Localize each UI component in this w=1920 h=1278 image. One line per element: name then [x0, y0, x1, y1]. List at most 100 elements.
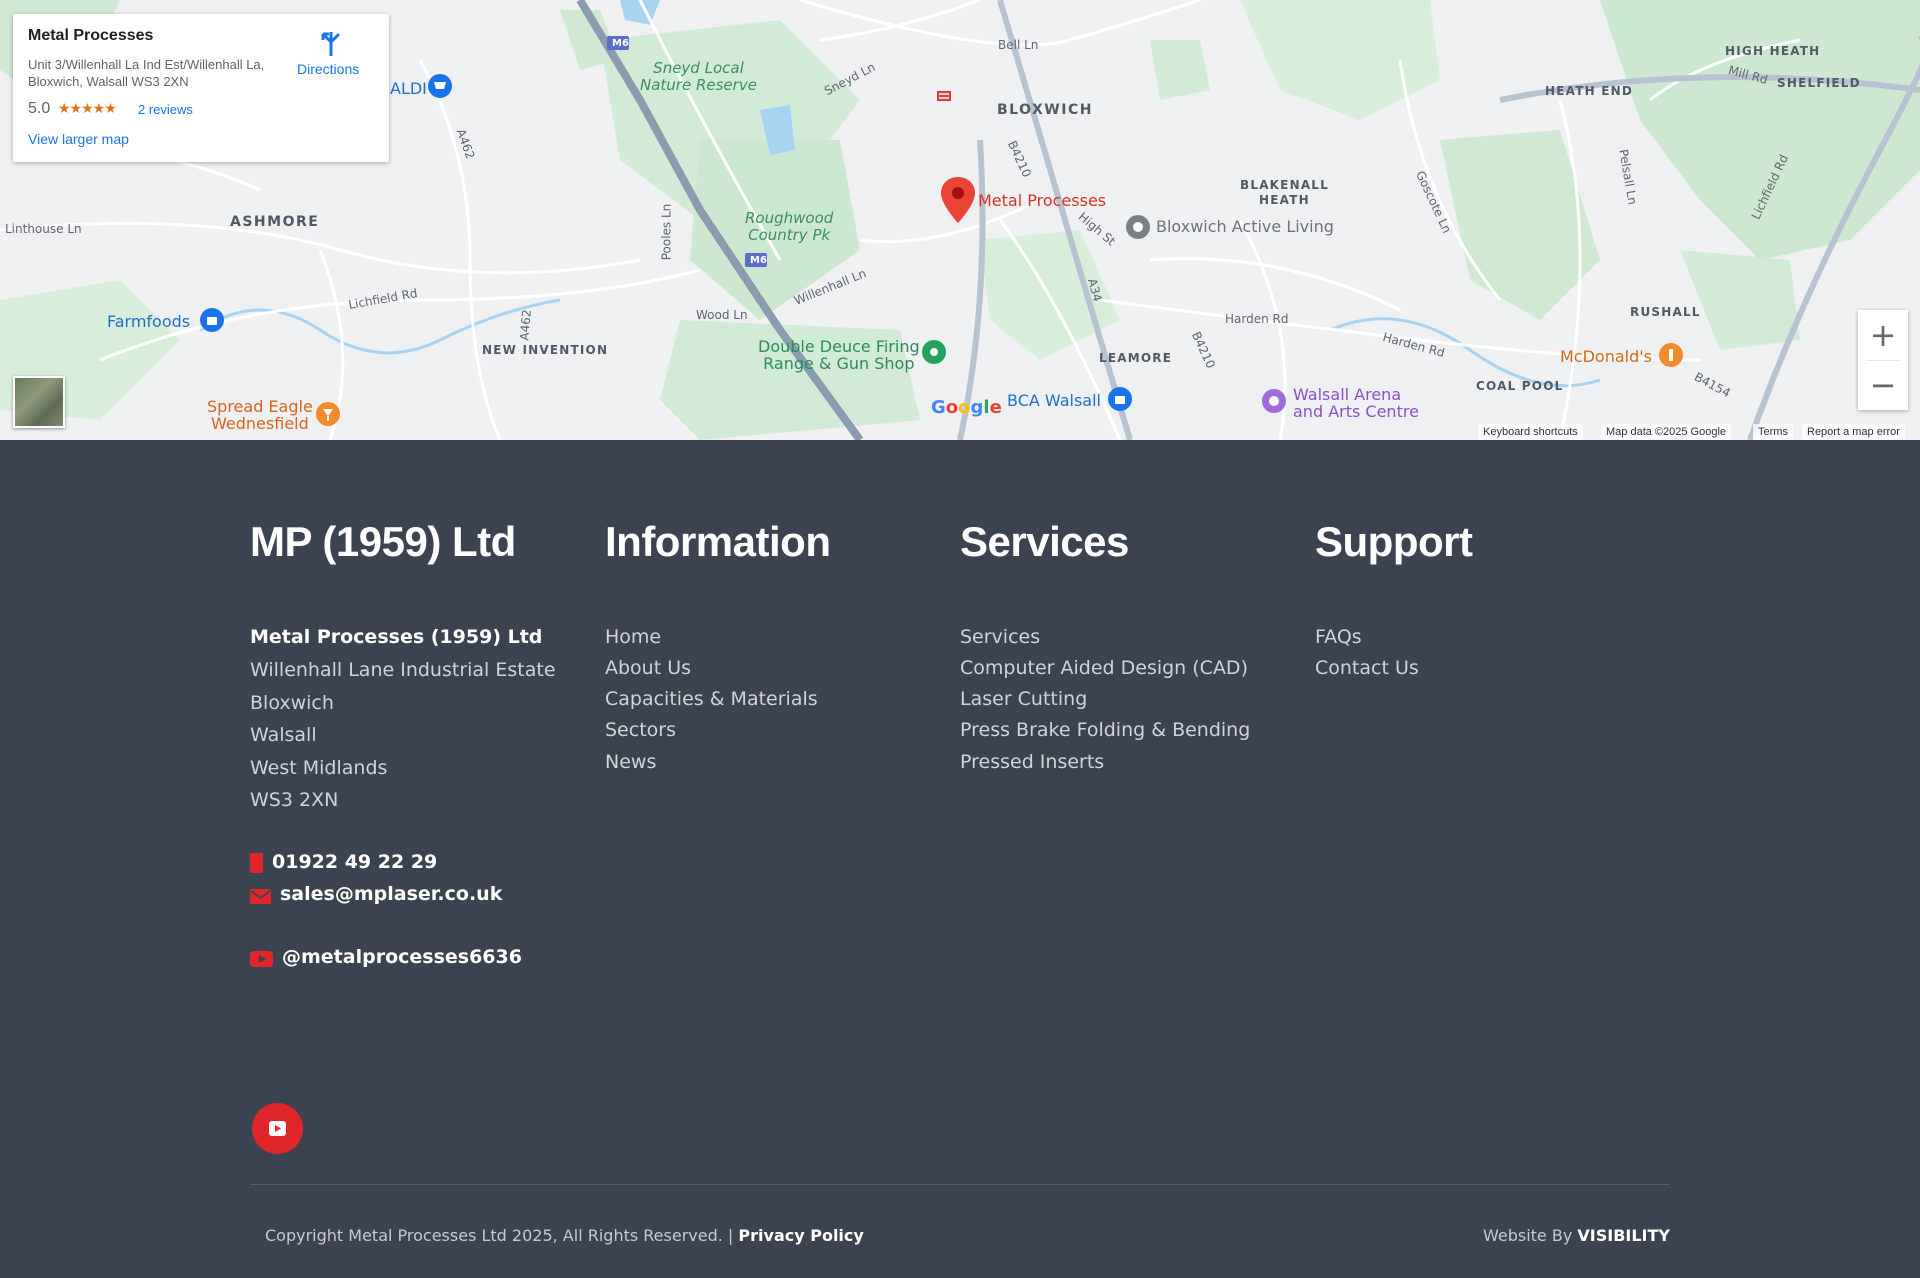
arts-marker-icon[interactable]: [1261, 388, 1287, 419]
map-poi-label[interactable]: Spread Eagle Wednesfield: [207, 398, 313, 432]
map-label-area: BLAKENALL: [1240, 178, 1329, 192]
map-poi-label[interactable]: Walsall Arena and Arts Centre: [1293, 386, 1419, 420]
place-address: Unit 3/Willenhall La Ind Est/Willenhall …: [28, 57, 265, 89]
address-line: West Midlands: [250, 757, 388, 779]
address-line: WS3 2XN: [250, 789, 339, 811]
map-label-area: LEAMORE: [1099, 351, 1173, 365]
zoom-controls: + −: [1858, 310, 1908, 410]
address-line: Bloxwich: [250, 692, 334, 714]
company-name: Metal Processes (1959) Ltd: [250, 626, 543, 648]
shopping-marker-icon[interactable]: [199, 307, 225, 338]
keyboard-shortcuts-link[interactable]: Keyboard shortcuts: [1478, 424, 1583, 440]
privacy-policy-link[interactable]: Privacy Policy: [738, 1226, 863, 1245]
map-label-area: ASHMORE: [230, 214, 320, 230]
footer-link-capacities[interactable]: Capacities & Materials: [605, 688, 818, 710]
map-poi-label[interactable]: Bloxwich Active Living: [1156, 217, 1334, 236]
rail-station-icon: [937, 88, 951, 106]
address-line: Walsall: [250, 724, 317, 746]
map-poi-label[interactable]: McDonald's: [1560, 348, 1652, 365]
copyright-text: Copyright Metal Processes Ltd 2025, All …: [265, 1226, 734, 1245]
map-poi-label-line: Wednesfield: [211, 414, 309, 433]
map-label-park-line: Country Pk: [748, 226, 831, 244]
phone-icon: [250, 853, 263, 878]
view-larger-map-link[interactable]: View larger map: [28, 131, 129, 147]
map-label-area: BLOXWICH: [997, 102, 1093, 118]
shopping-cart-marker-icon[interactable]: [427, 73, 453, 104]
report-map-error-link[interactable]: Report a map error: [1802, 424, 1905, 440]
map-poi-label[interactable]: Farmfoods: [107, 312, 190, 331]
map-label-road: Bell Ln: [998, 38, 1039, 52]
location-pin-icon[interactable]: [941, 177, 975, 228]
map-label-park-line: Sneyd Local: [653, 59, 744, 77]
bar-marker-icon[interactable]: [315, 401, 341, 432]
footer-link-home[interactable]: Home: [605, 626, 661, 648]
activity-marker-icon[interactable]: [921, 339, 947, 370]
map-label-park: Roughwood Country Pk: [745, 210, 833, 244]
email-link[interactable]: sales@mplaser.co.uk: [280, 883, 502, 905]
map-label-area: HIGH HEATH: [1725, 44, 1821, 58]
map-label-area: SHELFIELD: [1777, 76, 1861, 90]
visibility-credit-link[interactable]: VISIBILITY: [1577, 1226, 1670, 1245]
place-rating: 5.0: [28, 100, 51, 117]
restaurant-marker-icon[interactable]: [1658, 342, 1684, 373]
footer-link-about[interactable]: About Us: [605, 657, 691, 679]
footer-heading-company: MP (1959) Ltd: [250, 518, 516, 565]
map-label-park-line: Roughwood: [745, 209, 834, 227]
motorway-shield: M6: [612, 38, 629, 49]
place-info-card: Metal Processes Unit 3/Willenhall La Ind…: [13, 14, 389, 162]
youtube-social-button[interactable]: [252, 1103, 303, 1154]
footer-link-sectors[interactable]: Sectors: [605, 719, 676, 741]
footer-link-cad[interactable]: Computer Aided Design (CAD): [960, 657, 1248, 679]
footer-link-press-brake[interactable]: Press Brake Folding & Bending: [960, 719, 1250, 741]
satellite-toggle-button[interactable]: [13, 376, 65, 428]
footer-link-pressed-inserts[interactable]: Pressed Inserts: [960, 751, 1104, 773]
map-label-area: HEATH: [1259, 193, 1310, 207]
rating-stars-icon: ★★★★★: [58, 100, 117, 116]
footer-heading-support: Support: [1315, 518, 1473, 565]
map-poi-label-line: and Arts Centre: [1293, 402, 1419, 421]
map-label-area: COAL POOL: [1476, 379, 1564, 393]
footer-link-contact[interactable]: Contact Us: [1315, 657, 1419, 679]
map-poi-label[interactable]: Metal Processes: [978, 191, 1106, 210]
zoom-out-button[interactable]: −: [1858, 360, 1908, 410]
directions-link[interactable]: Directions: [297, 61, 359, 77]
youtube-channel-link[interactable]: @metalprocesses6636: [282, 946, 522, 968]
footer-link-faqs[interactable]: FAQs: [1315, 626, 1362, 648]
zoom-in-button[interactable]: +: [1858, 310, 1908, 360]
envelope-icon: [250, 889, 271, 909]
footer-link-news[interactable]: News: [605, 751, 656, 773]
map-label-park: Sneyd Local Nature Reserve: [640, 60, 757, 94]
embedded-map[interactable]: BLOXWICH ASHMORE BLAKENALL HEATH NEW INV…: [0, 0, 1920, 440]
reviews-link[interactable]: 2 reviews: [138, 102, 193, 117]
map-poi-label-line: Spread Eagle: [207, 397, 313, 416]
map-label-road: Pooles Ln: [659, 203, 674, 261]
footer-heading-information: Information: [605, 518, 831, 565]
place-title: Metal Processes: [28, 27, 154, 44]
footer-divider: [250, 1184, 1670, 1185]
gym-marker-icon[interactable]: [1125, 214, 1151, 245]
site-credit: Website By VISIBILITY: [1483, 1226, 1670, 1245]
google-logo: Google: [931, 397, 1002, 418]
map-label-road: A462: [517, 308, 534, 342]
directions-icon[interactable]: [317, 30, 345, 63]
map-label-park-line: Nature Reserve: [640, 76, 757, 94]
map-data-attribution: Map data ©2025 Google: [1601, 424, 1732, 440]
footer-link-services[interactable]: Services: [960, 626, 1040, 648]
phone-link[interactable]: 01922 49 22 29: [272, 851, 437, 873]
map-poi-label[interactable]: Double Deuce Firing Range & Gun Shop: [758, 338, 920, 372]
map-poi-label-line: Range & Gun Shop: [763, 354, 915, 373]
footer-heading-services: Services: [960, 518, 1129, 565]
youtube-icon: [269, 1121, 286, 1136]
footer-link-laser-cutting[interactable]: Laser Cutting: [960, 688, 1087, 710]
map-label-road: Harden Rd: [1225, 312, 1289, 326]
map-poi-label[interactable]: ALDI: [390, 79, 427, 98]
terms-link[interactable]: Terms: [1753, 424, 1793, 440]
map-poi-label[interactable]: BCA Walsall: [1007, 391, 1101, 410]
credit-prefix: Website By: [1482, 1226, 1573, 1245]
map-poi-label-line: Double Deuce Firing: [758, 337, 920, 356]
address-line: Willenhall Lane Industrial Estate: [250, 659, 556, 681]
map-label-road: Linthouse Ln: [5, 222, 82, 236]
map-label-area: NEW INVENTION: [482, 343, 609, 357]
map-poi-label-line: Walsall Arena: [1293, 385, 1402, 404]
shopping-marker-icon[interactable]: [1107, 386, 1133, 417]
